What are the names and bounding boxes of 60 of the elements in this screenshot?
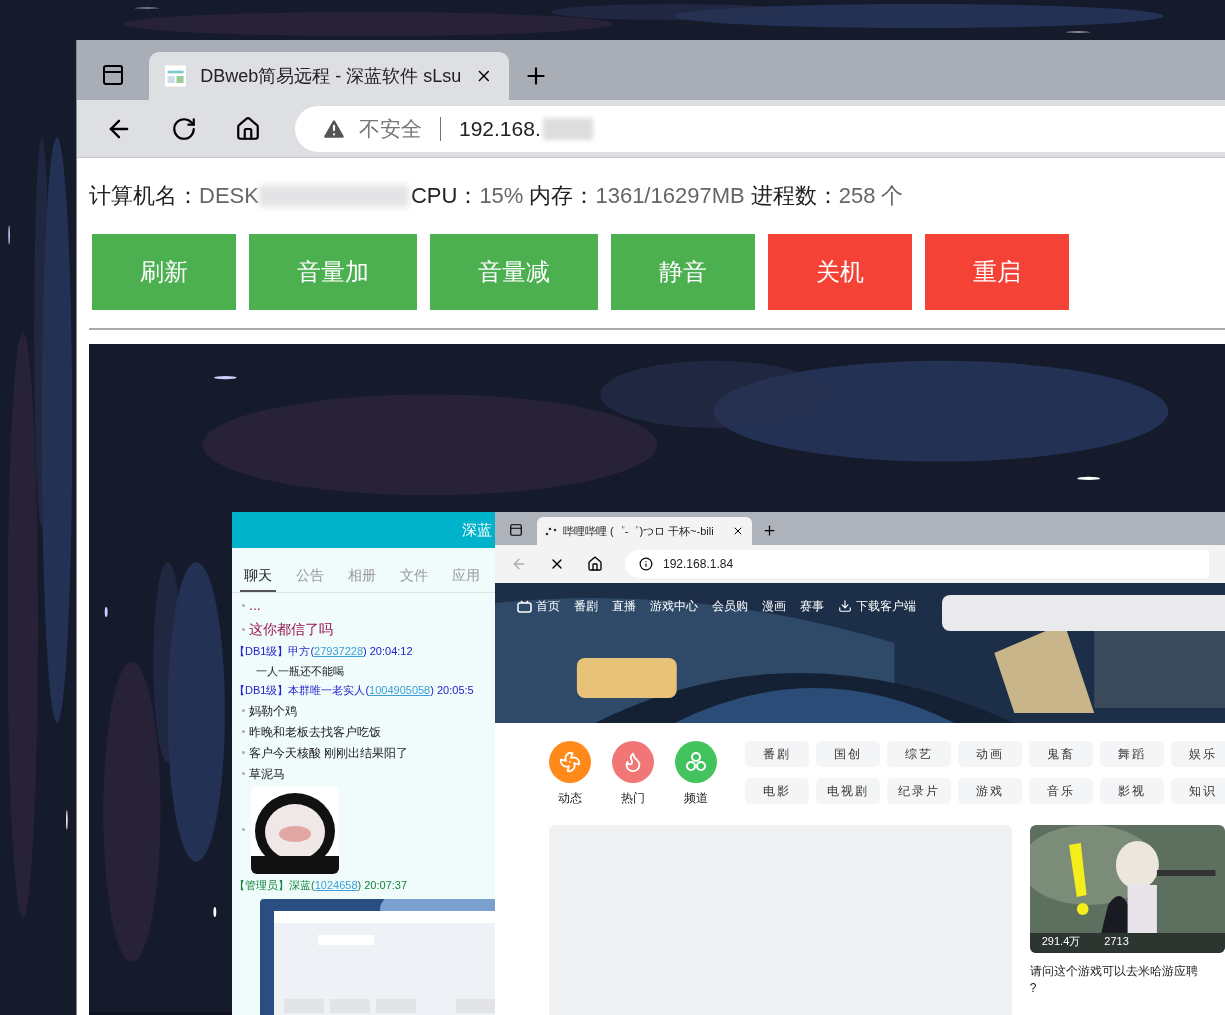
info-value: 1361/16297MB <box>595 185 745 207</box>
shortcut-label: 动态 <box>558 790 582 807</box>
nav-link[interactable]: 直播 <box>612 597 636 615</box>
message-header: 【DB1级】本群唯一老实人(1004905058) 20:05:5 <box>234 683 475 698</box>
chat-message: 这你都信了吗 <box>249 620 333 639</box>
info-label: 计算机名： <box>89 185 199 207</box>
nav-link[interactable]: 首页 <box>517 597 560 615</box>
video-title[interactable]: ? <box>1029 981 1225 995</box>
category-tag[interactable]: 音乐 <box>1029 778 1093 804</box>
info-value: 15% <box>479 185 524 207</box>
info-value: DESK <box>199 185 259 207</box>
video-title[interactable]: 请问这个游戏可以去米哈游应聘 <box>1029 961 1225 981</box>
address-field[interactable]: 不安全 192.168. <box>295 105 1225 152</box>
category-tag[interactable]: 知识 <box>1171 778 1225 804</box>
nav-link[interactable]: 漫画 <box>762 597 786 615</box>
category-tag[interactable]: 综艺 <box>887 741 951 767</box>
message-header: 【管理员】深蓝(1024658) 20:07:37 <box>234 877 409 893</box>
view-count: 291.4万 <box>1041 933 1081 949</box>
category-tag[interactable]: 影视 <box>1100 778 1164 804</box>
address-field[interactable]: 192.168.1.84 <box>625 550 1209 578</box>
category-tag[interactable]: 娱乐 <box>1171 741 1225 767</box>
chat-message: ... <box>249 596 261 615</box>
nav-link[interactable]: 会员购 <box>712 597 748 615</box>
comment-count: 2713 <box>1104 933 1129 949</box>
shortcut-label: 频道 <box>684 790 708 807</box>
category-tag[interactable]: 国创 <box>816 741 880 767</box>
info-label: CPU： <box>410 185 480 207</box>
message-header: 【DB1级】甲方(27937228) 20:04:12 <box>234 644 414 659</box>
chat-message: 客户今天核酸 刚刚出结果阳了 <box>249 744 409 762</box>
action-button[interactable]: 关机 <box>768 234 912 310</box>
category-tag[interactable]: 电视剧 <box>816 778 880 804</box>
chat-message: 昨晚和老板去找客户吃饭 <box>249 723 381 741</box>
chat-tab[interactable]: 聊天 <box>240 565 276 592</box>
category-tag[interactable]: 电影 <box>745 778 809 804</box>
chat-message: 一人一瓶还不能喝 <box>255 663 345 679</box>
shortcut-label: 热门 <box>621 790 645 807</box>
nav-link[interactable]: 下载客户端 <box>838 597 916 615</box>
url-text: 192.168. <box>459 115 541 142</box>
nav-link[interactable]: 游戏中心 <box>650 597 698 615</box>
info-label: 内存： <box>529 185 596 207</box>
chat-message: 草泥马 <box>249 765 285 783</box>
category-tag[interactable]: 游戏 <box>958 778 1022 804</box>
category-tag[interactable]: 番剧 <box>745 741 809 767</box>
chat-title: 深蓝 <box>462 519 492 540</box>
category-tag[interactable]: 动画 <box>958 741 1022 767</box>
category-tag[interactable]: 舞蹈 <box>1100 741 1164 767</box>
info-label: 进程数： <box>750 185 839 207</box>
category-tag[interactable]: 鬼畜 <box>1029 741 1093 767</box>
tab-title: 哔哩哔哩 (゜-゜)つロ 干杯~-bili <box>563 523 715 539</box>
nav-link[interactable]: 赛事 <box>800 597 824 615</box>
tab-title: DBweb简易远程 - 深蓝软件 sLsu <box>200 64 462 88</box>
info-value: 258 个 <box>838 185 904 207</box>
chat-message: 妈勒个鸡 <box>249 702 297 720</box>
browser-tab[interactable]: 哔哩哔哩 (゜-゜)つロ 干杯~-bili <box>537 517 752 545</box>
category-tag[interactable]: 纪录片 <box>887 778 951 804</box>
action-button[interactable]: 重启 <box>925 234 1069 310</box>
nav-link[interactable]: 番剧 <box>574 597 598 615</box>
browser-tab[interactable]: DBweb简易远程 - 深蓝软件 sLsu <box>149 52 509 100</box>
security-label: 不安全 <box>359 115 422 142</box>
url-text: 192.168.1.84 <box>663 556 734 573</box>
